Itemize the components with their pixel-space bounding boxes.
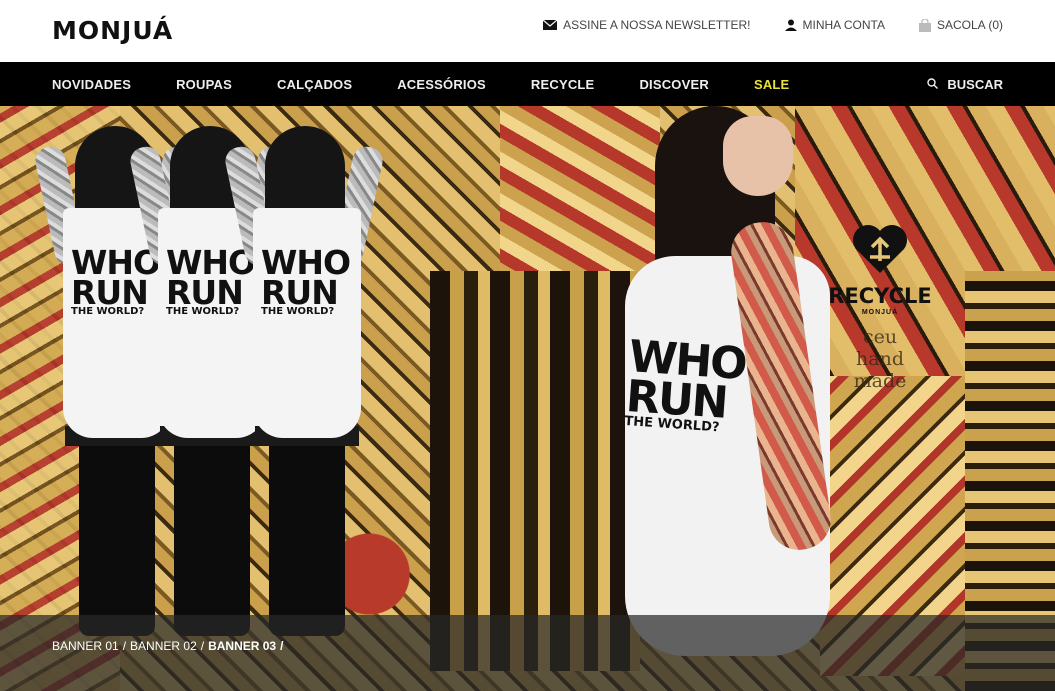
recycle-title: RECYCLE <box>828 284 932 308</box>
nav-item-discover[interactable]: DISCOVER <box>639 77 709 92</box>
banner-separator: / <box>122 639 127 653</box>
banner-link-01[interactable]: BANNER 01 <box>52 639 119 653</box>
pattern-panel <box>430 271 640 671</box>
banner-separator: / <box>280 639 284 653</box>
search-button[interactable]: BUSCAR <box>927 62 1003 106</box>
envelope-icon <box>543 20 558 30</box>
banner-link-03[interactable]: BANNER 03 <box>208 639 276 653</box>
recycle-brand: MONJUÁ <box>861 309 899 316</box>
newsletter-label: ASSINE A NOSSA NEWSLETTER! <box>563 18 751 32</box>
nav-item-acessorios[interactable]: ACESSÓRIOS <box>397 77 486 92</box>
nav-item-calcados[interactable]: CALÇADOS <box>277 77 352 92</box>
model-photo-bw: WHO RUN THE WORLD? <box>222 116 386 676</box>
account-label: MINHA CONTA <box>802 18 885 32</box>
brand-logo[interactable]: MONJUÁ <box>52 17 173 45</box>
account-link[interactable]: MINHA CONTA <box>784 18 885 32</box>
banner-separator: / <box>200 639 205 653</box>
model-photo-color: WHO RUN THE WORLD? <box>624 106 845 691</box>
search-label: BUSCAR <box>947 76 1003 92</box>
search-icon <box>927 77 939 92</box>
handmade-line: ceu <box>862 326 898 348</box>
cart-label: SACOLA (0) <box>936 18 1003 32</box>
cart-link[interactable]: SACOLA (0) <box>918 18 1003 32</box>
nav-item-novidades[interactable]: NOVIDADES <box>52 77 131 92</box>
banner-caption-bar: BANNER 01 / BANNER 02 / BANNER 03 / <box>0 615 1055 691</box>
header: MONJUÁ ASSINE A NOSSA NEWSLETTER! MINHA … <box>0 0 1055 62</box>
newsletter-link[interactable]: ASSINE A NOSSA NEWSLETTER! <box>543 18 751 32</box>
nav-item-sale[interactable]: SALE <box>754 77 789 92</box>
main-nav: NOVIDADES ROUPAS CALÇADOS ACESSÓRIOS REC… <box>0 62 1055 106</box>
handmade-line: made <box>853 370 907 392</box>
shirt-text-world: THE WORLD? <box>261 306 335 318</box>
top-links: ASSINE A NOSSA NEWSLETTER! MINHA CONTA S… <box>543 18 1003 32</box>
bag-icon <box>918 18 931 32</box>
handmade-text: ceu hand made <box>825 326 935 392</box>
recycle-heart-icon <box>850 225 910 279</box>
nav-item-recycle[interactable]: RECYCLE <box>531 77 595 92</box>
nav-item-roupas[interactable]: ROUPAS <box>176 77 232 92</box>
banner-selector: BANNER 01 / BANNER 02 / BANNER 03 / <box>52 639 283 653</box>
banner-link-02[interactable]: BANNER 02 <box>130 639 197 653</box>
recycle-logo: RECYCLE MONJUÁ ceu hand made <box>825 221 935 421</box>
user-icon <box>784 19 797 31</box>
handmade-line: hand <box>856 348 904 370</box>
shirt-text-run: RUN <box>261 272 339 312</box>
hero-banner[interactable]: WHO RUN THE WORLD? WHO RUN THE WORLD? WH… <box>0 106 1055 691</box>
